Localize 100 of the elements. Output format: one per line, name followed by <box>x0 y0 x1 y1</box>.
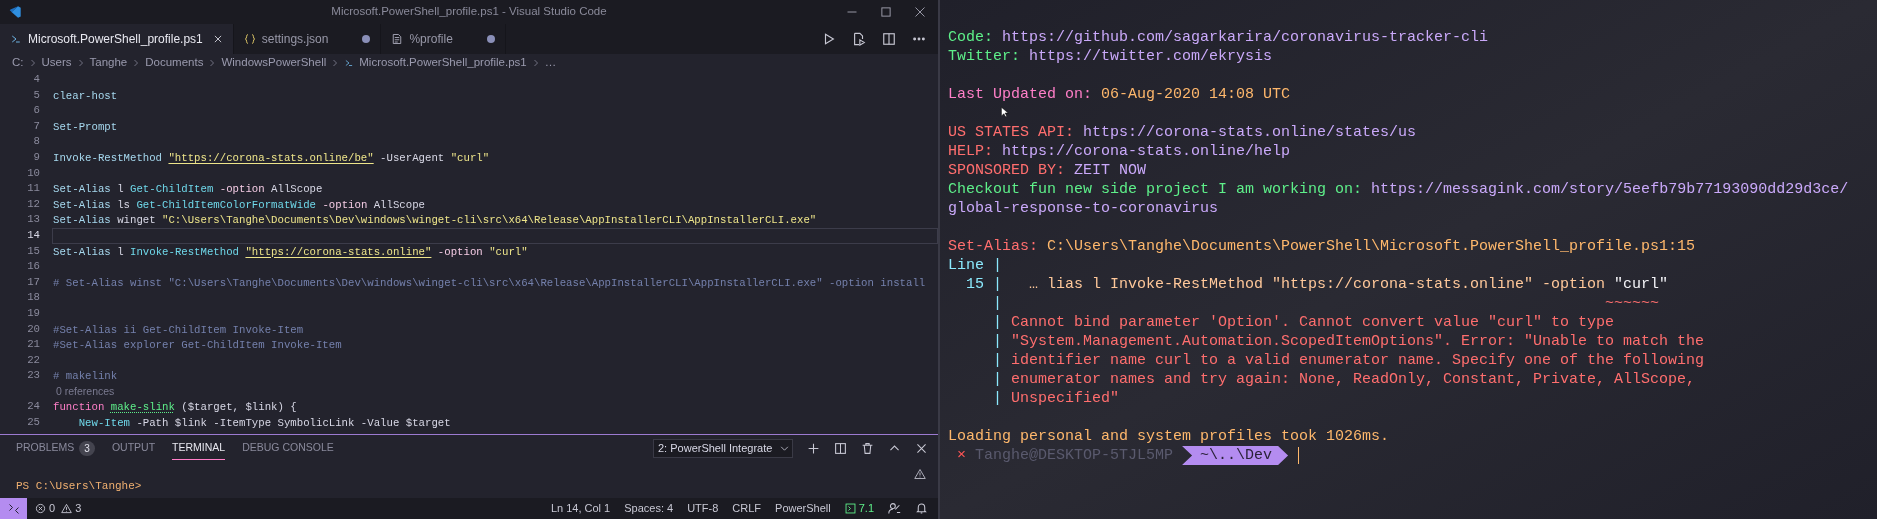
terminal-line: Set-Alias: C:\Users\Tanghe\Documents\PowerShell\Microsoft.PowerShell_profile.ps1:15 <box>948 237 1696 256</box>
code-line[interactable]: clear-host <box>53 89 118 102</box>
trash-icon[interactable] <box>861 442 874 455</box>
problems-status[interactable]: 0 3 <box>35 500 82 517</box>
code-line[interactable]: # Set-Alias winst "C:\Users\Tanghe\Documents\Dev\windows\winget-cli\src\x64\Release\AppInstallerCLI\AppInstallerCLI.exe" -option install <box>53 276 926 289</box>
breadcrumb-item[interactable]: Tanghe <box>89 53 128 72</box>
line-number: 5 <box>32 87 41 103</box>
remote-icon <box>7 502 20 515</box>
breadcrumb-item[interactable]: … <box>544 53 557 72</box>
split-editor-icon[interactable] <box>882 32 896 46</box>
line-gutter: | <box>992 351 1002 370</box>
chevron-right-icon <box>76 58 85 67</box>
line-number: 13 <box>26 212 41 228</box>
error-icon <box>35 503 46 514</box>
powershell-version[interactable]: 7.1 <box>844 500 874 517</box>
code-line[interactable]: Set-Alias l Get-ChildItem -option AllScope <box>53 183 323 196</box>
terminal-line: enumerator names and try again: None, ReadOnly, Constant, Private, AllScope, <box>1011 370 1696 389</box>
editor-tab[interactable]: Microsoft.PowerShell_profile.ps1 <box>0 24 234 54</box>
terminal-line: Unspecified" <box>1011 389 1120 408</box>
line-number: 10 <box>26 165 41 181</box>
status-item[interactable]: CRLF <box>732 500 762 517</box>
code-line[interactable]: Invoke-RestMethod "https://corona-stats.online/be" -UserAgent "curl" <box>53 151 490 164</box>
line-number: 8 <box>32 134 41 150</box>
warning-icon[interactable] <box>914 468 926 480</box>
status-item[interactable]: Spaces: 4 <box>624 500 674 517</box>
chevron-right-icon <box>531 58 540 67</box>
count-badge: 3 <box>79 440 95 456</box>
line-gutter: | <box>992 294 1002 313</box>
prompt-host: Tanghe@DESKTOP-5TJL5MP <box>975 446 1174 465</box>
terminal-line: Code: https://github.com/sagarkarira/coronavirus-tracker-cli <box>948 28 1489 47</box>
close-icon[interactable] <box>914 6 926 18</box>
code-line[interactable]: function make-slink ($target, $link) { <box>53 401 297 414</box>
file-run-icon[interactable] <box>852 32 866 46</box>
breadcrumb-item[interactable]: Microsoft.PowerShell_profile.ps1 <box>359 53 527 72</box>
play-icon[interactable] <box>822 32 836 46</box>
maximize-icon[interactable] <box>880 6 892 18</box>
status-item[interactable]: UTF-8 <box>687 500 719 517</box>
line-number: 14 <box>26 227 41 243</box>
line-gutter: | <box>992 389 1002 408</box>
feedback-icon[interactable] <box>888 502 901 515</box>
code-line[interactable]: Set-Alias ls Get-ChildItemColorFormatWide -option AllScope <box>53 198 426 211</box>
line-number: 24 <box>26 399 41 415</box>
line-gutter: | <box>992 313 1002 332</box>
terminal-dropdown[interactable]: 2: PowerShell Integrate <box>653 439 793 458</box>
line-number: 19 <box>26 305 41 321</box>
line-number: 16 <box>26 259 41 275</box>
file-icon <box>391 33 404 45</box>
terminal-line: Last Updated on: 06-Aug-2020 14:08 UTC <box>948 85 1291 104</box>
plus-icon[interactable] <box>807 442 820 455</box>
code-line[interactable]: # makelink <box>53 370 118 383</box>
error-squiggle: ~~~~~~ <box>1605 294 1660 313</box>
close-icon[interactable] <box>212 34 223 44</box>
mouse-pointer-icon <box>1000 104 1011 120</box>
terminal-line: Loading personal and system profiles took 1026ms. <box>948 427 1390 446</box>
code-line[interactable]: Set-Prompt <box>53 120 118 133</box>
panel-tab[interactable]: OUTPUT <box>111 437 156 460</box>
line-number: 9 <box>32 149 41 165</box>
code-line[interactable]: Set-Alias l Invoke-RestMethod "https://corona-stats.online" -option "curl" <box>53 245 528 258</box>
code-line[interactable]: New-Item -Path $link -ItemType SymbolicLink -Value $target <box>53 417 451 430</box>
error-status-mark: × <box>957 446 966 465</box>
text-cursor <box>1298 447 1300 464</box>
chevron-down-icon <box>780 444 789 453</box>
line-number: 7 <box>32 118 41 134</box>
panel-tab[interactable]: DEBUG CONSOLE <box>242 437 334 460</box>
prompt-icon <box>10 33 22 45</box>
panel-tab[interactable]: TERMINAL <box>172 437 226 460</box>
breadcrumb-item[interactable]: C: <box>12 53 24 72</box>
bell-icon[interactable] <box>915 502 928 515</box>
line-gutter: | <box>992 332 1002 351</box>
line-number: 23 <box>26 368 41 384</box>
code-line[interactable]: #Set-Alias explorer Get-ChildItem Invoke-Item <box>53 339 342 352</box>
line-number: 4 <box>32 72 41 87</box>
line-number: 12 <box>26 196 41 212</box>
line-number: 17 <box>26 274 41 290</box>
code-lens[interactable]: 0 references <box>56 383 115 400</box>
vscode-logo-icon <box>8 5 22 19</box>
terminal-line: … lias l Invoke-RestMethod "https://corona-stats.online" -option "curl" <box>1028 275 1669 294</box>
prompt-icon <box>344 57 355 68</box>
close-icon[interactable] <box>915 442 928 455</box>
terminal-line: Checkout fun new side project I am working on: https://messagink.com/story/5eefb79b77193090dd29d3ce/ <box>948 180 1849 199</box>
breadcrumb-item[interactable]: WindowsPowerShell <box>221 53 327 72</box>
split-terminal-icon[interactable] <box>834 442 847 455</box>
line-number: 11 <box>26 181 41 197</box>
status-item[interactable]: PowerShell <box>775 500 831 517</box>
chevron-right-icon <box>331 58 340 67</box>
chevron-right-icon <box>208 58 217 67</box>
breadcrumb-item[interactable]: Documents <box>145 53 204 72</box>
code-line[interactable]: Set-Alias winget "C:\Users\Tanghe\Documents\Dev\windows\winget-cli\src\x64\Release\AppInstallerCLI\AppInstallerCLI.exe" <box>53 214 817 227</box>
panel-tab[interactable]: PROBLEMS 3 <box>16 437 95 460</box>
prompt-icon <box>844 503 856 514</box>
line-number: 20 <box>26 321 41 337</box>
line-number: 15 <box>26 243 41 259</box>
terminal-line: SPONSORED BY: ZEIT NOW <box>948 161 1147 180</box>
code-line[interactable]: #Set-Alias ii Get-ChildItem Invoke-Item <box>53 323 304 336</box>
breadcrumb-item[interactable]: Users <box>41 53 72 72</box>
status-item[interactable]: Ln 14, Col 1 <box>550 500 611 517</box>
line-gutter: 15 | <box>965 275 1002 294</box>
line-gutter: Line | <box>948 256 1002 275</box>
braces-icon <box>243 33 256 45</box>
line-number: 18 <box>26 290 41 306</box>
